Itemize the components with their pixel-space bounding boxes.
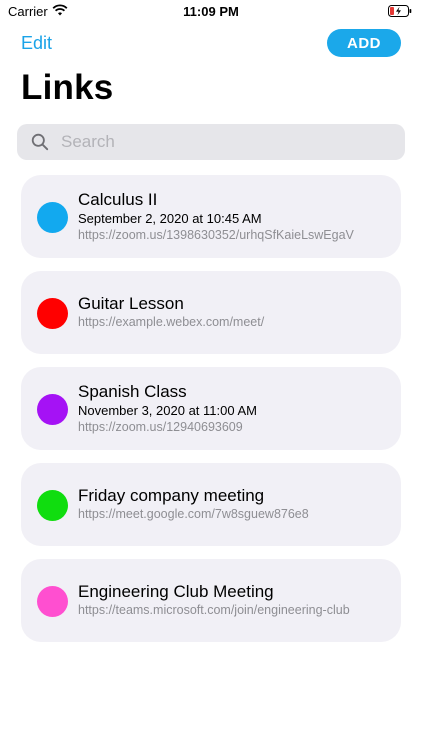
link-color-dot xyxy=(37,586,68,617)
links-list: Calculus II September 2, 2020 at 10:45 A… xyxy=(21,175,401,655)
link-date: November 3, 2020 at 11:00 AM xyxy=(78,403,257,418)
battery-charging-icon xyxy=(388,5,412,17)
link-title: Spanish Class xyxy=(78,382,187,401)
link-url: https://meet.google.com/7w8sguew876e8 xyxy=(78,506,309,521)
link-title: Friday company meeting xyxy=(78,485,265,505)
link-card[interactable]: Calculus II September 2, 2020 at 10:45 A… xyxy=(21,175,401,258)
link-date: September 2, 2020 at 10:45 AM xyxy=(78,211,262,226)
link-url: https://example.webex.com/meet/ xyxy=(78,314,265,329)
add-button[interactable]: ADD xyxy=(327,29,401,57)
link-color-dot xyxy=(37,202,68,233)
edit-button[interactable]: Edit xyxy=(21,33,52,54)
link-color-dot xyxy=(37,298,68,329)
status-bar: Carrier 11:09 PM xyxy=(0,0,422,24)
link-card[interactable]: Guitar Lesson https://example.webex.com/… xyxy=(21,271,401,354)
link-title: Guitar Lesson xyxy=(78,293,184,313)
link-url: https://zoom.us/12940693609 xyxy=(78,420,243,434)
link-card[interactable]: Friday company meeting https://meet.goog… xyxy=(21,463,401,546)
link-title: Calculus II xyxy=(78,190,158,209)
link-url: https://zoom.us/1398630352/urhqSfKaieLsw… xyxy=(78,228,354,242)
link-card[interactable]: Engineering Club Meeting https://teams.m… xyxy=(21,559,401,642)
link-url: https://teams.microsoft.com/join/enginee… xyxy=(78,602,350,617)
link-color-dot xyxy=(37,394,68,425)
search-bar[interactable] xyxy=(17,124,405,160)
link-card[interactable]: Spanish Class November 3, 2020 at 11:00 … xyxy=(21,367,401,450)
clock-label: 11:09 PM xyxy=(183,4,239,19)
link-color-dot xyxy=(37,490,68,521)
search-input[interactable] xyxy=(61,124,391,160)
search-icon xyxy=(31,133,49,151)
link-title: Engineering Club Meeting xyxy=(78,581,274,601)
page-title: Links xyxy=(21,68,114,107)
